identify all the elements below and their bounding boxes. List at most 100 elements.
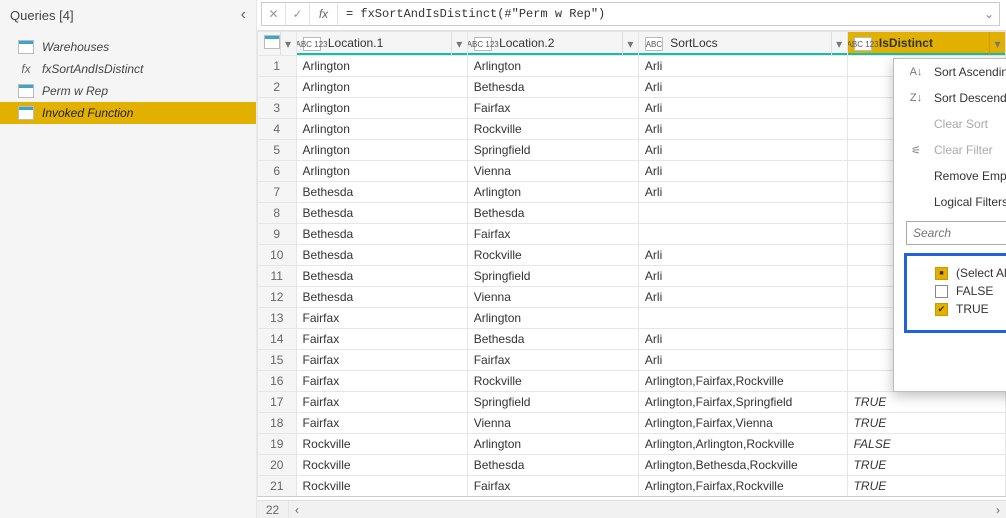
cell-location2[interactable]: Vienna [467,161,638,182]
column-header-isdistinct[interactable]: ABC 123 IsDistinct ▾ [847,32,1005,56]
query-item[interactable]: Invoked Function [0,102,256,124]
cell-sortlocs[interactable]: Arlington,Bethesda,Rockville [638,455,847,476]
chevron-down-icon[interactable]: ▾ [451,32,467,55]
cell-location2[interactable]: Rockville [467,245,638,266]
cell-location1[interactable]: Fairfax [296,350,467,371]
cell-location2[interactable]: Fairfax [467,224,638,245]
filter-option-select-all[interactable]: (Select All) [935,264,1006,282]
cell-location1[interactable]: Arlington [296,77,467,98]
row-number[interactable]: 19 [258,434,297,455]
cell-location1[interactable]: Bethesda [296,203,467,224]
collapse-pane-icon[interactable] [241,6,246,24]
row-number[interactable]: 3 [258,98,297,119]
row-number[interactable]: 13 [258,308,297,329]
cell-location1[interactable]: Fairfax [296,371,467,392]
row-number[interactable]: 4 [258,119,297,140]
cell-location2[interactable]: Bethesda [467,203,638,224]
row-number[interactable]: 5 [258,140,297,161]
column-header-location1[interactable]: ABC 123 Location.1 ▾ [296,32,467,56]
cell-location2[interactable]: Bethesda [467,77,638,98]
cell-sortlocs[interactable]: Arlington,Fairfax,Vienna [638,413,847,434]
row-number[interactable]: 18 [258,413,297,434]
cell-location1[interactable]: Rockville [296,434,467,455]
row-number[interactable]: 20 [258,455,297,476]
cell-location2[interactable]: Springfield [467,392,638,413]
cell-location2[interactable]: Arlington [467,56,638,77]
row-number[interactable]: 2 [258,77,297,98]
horizontal-scrollbar[interactable]: 22 ‹ › [257,500,1006,518]
row-number[interactable]: 12 [258,287,297,308]
cell-sortlocs[interactable]: Arli [638,77,847,98]
cell-location1[interactable]: Arlington [296,161,467,182]
menu-remove-empty[interactable]: Remove Empty [894,163,1006,189]
cell-location2[interactable]: Fairfax [467,98,638,119]
cell-location2[interactable]: Vienna [467,287,638,308]
query-item[interactable]: fxfxSortAndIsDistinct [0,58,256,80]
cell-location2[interactable]: Rockville [467,371,638,392]
filter-option-true[interactable]: TRUE [935,300,1006,318]
menu-logical-filters[interactable]: Logical Filters ▸ [894,189,1006,215]
cell-location2[interactable]: Arlington [467,434,638,455]
cell-isdistinct[interactable]: TRUE [847,455,1005,476]
scroll-left-icon[interactable]: ‹ [289,503,305,517]
row-number[interactable]: 11 [258,266,297,287]
formula-text[interactable]: = fxSortAndIsDistinct(#"Perm w Rep") [338,7,979,21]
cell-isdistinct[interactable]: TRUE [847,476,1005,497]
checkbox-indeterminate-icon[interactable] [935,267,948,280]
scroll-thumb[interactable] [309,505,986,515]
chevron-down-icon[interactable]: ▾ [989,32,1005,55]
cell-location1[interactable]: Rockville [296,455,467,476]
cell-sortlocs[interactable]: Arli [638,266,847,287]
cell-sortlocs[interactable]: Arli [638,56,847,77]
cell-location1[interactable]: Bethesda [296,182,467,203]
scroll-right-icon[interactable]: › [990,503,1006,517]
cell-location2[interactable]: Arlington [467,182,638,203]
query-item[interactable]: Perm w Rep [0,80,256,102]
cell-location2[interactable]: Bethesda [467,455,638,476]
grid-corner[interactable]: ▾ [258,32,297,56]
cell-sortlocs[interactable] [638,308,847,329]
cell-sortlocs[interactable]: Arli [638,161,847,182]
row-number[interactable]: 16 [258,371,297,392]
row-number[interactable]: 6 [258,161,297,182]
row-number[interactable]: 9 [258,224,297,245]
cell-isdistinct[interactable]: TRUE [847,392,1005,413]
row-number[interactable]: 8 [258,203,297,224]
cell-location1[interactable]: Fairfax [296,413,467,434]
cell-location2[interactable]: Arlington [467,308,638,329]
row-number[interactable]: 10 [258,245,297,266]
cell-location1[interactable]: Bethesda [296,224,467,245]
cell-location1[interactable]: Bethesda [296,287,467,308]
cell-location1[interactable]: Bethesda [296,266,467,287]
cell-location1[interactable]: Fairfax [296,392,467,413]
chevron-down-icon[interactable]: ▾ [831,32,847,55]
cell-location2[interactable]: Fairfax [467,476,638,497]
cell-location1[interactable]: Arlington [296,140,467,161]
cell-sortlocs[interactable] [638,224,847,245]
cell-sortlocs[interactable]: Arli [638,98,847,119]
cell-location2[interactable]: Springfield [467,266,638,287]
checkbox-checked-icon[interactable] [935,303,948,316]
cell-location1[interactable]: Fairfax [296,308,467,329]
cell-sortlocs[interactable]: Arli [638,119,847,140]
row-number[interactable]: 14 [258,329,297,350]
row-number[interactable]: 15 [258,350,297,371]
formula-expand-icon[interactable]: ⌄ [979,7,999,21]
cell-location1[interactable]: Arlington [296,56,467,77]
cell-sortlocs[interactable]: Arli [638,182,847,203]
menu-sort-ascending[interactable]: A↓ Sort Ascending [894,59,1006,85]
cell-isdistinct[interactable]: FALSE [847,434,1005,455]
menu-sort-descending[interactable]: Z↓ Sort Descending [894,85,1006,111]
cell-location2[interactable]: Springfield [467,140,638,161]
formula-cancel-icon[interactable]: ✕ [262,3,286,25]
chevron-down-icon[interactable]: ▾ [280,32,296,55]
cell-location2[interactable]: Bethesda [467,329,638,350]
cell-location1[interactable]: Rockville [296,476,467,497]
cell-location2[interactable]: Fairfax [467,350,638,371]
cell-sortlocs[interactable]: Arlington,Fairfax,Springfield [638,392,847,413]
cell-location1[interactable]: Bethesda [296,245,467,266]
filter-option-false[interactable]: FALSE [935,282,1006,300]
column-header-location2[interactable]: ABC 123 Location.2 ▾ [467,32,638,56]
row-number[interactable]: 7 [258,182,297,203]
column-header-sortlocs[interactable]: ABC SortLocs ▾ [638,32,847,56]
